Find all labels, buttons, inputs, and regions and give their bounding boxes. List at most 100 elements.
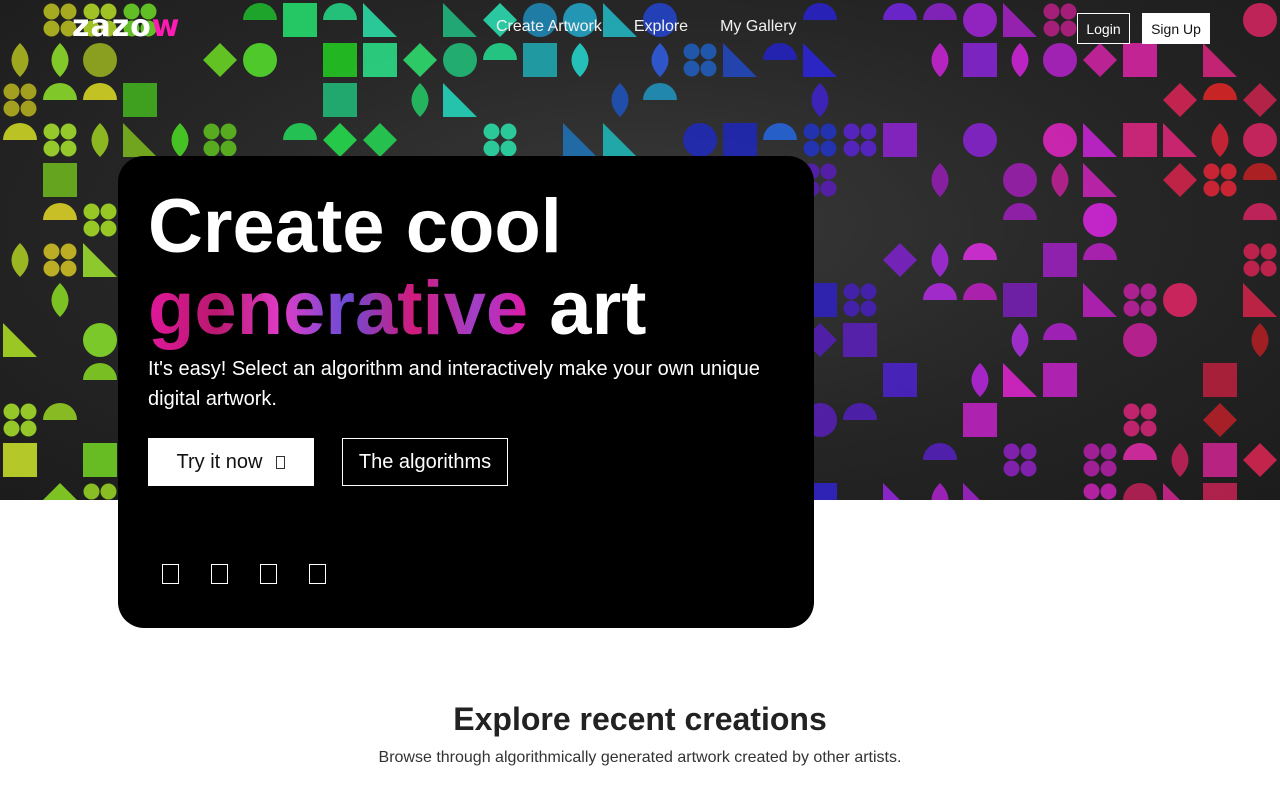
pattern-shape [91, 123, 109, 157]
pattern-shape [1043, 323, 1077, 340]
pattern-shape [1203, 163, 1237, 197]
pattern-shape [43, 243, 77, 277]
pattern-shape [1123, 443, 1157, 460]
pattern-shape [611, 83, 629, 117]
pattern-shape [1003, 363, 1037, 397]
pattern-shape [1251, 323, 1269, 357]
pattern-shape [3, 123, 37, 140]
pattern-shape [1123, 323, 1157, 357]
pattern-shape [1163, 83, 1197, 117]
logo[interactable]: zazow [72, 10, 181, 44]
pattern-shape [1083, 283, 1117, 317]
pattern-shape [963, 123, 997, 157]
pattern-shape [363, 123, 397, 157]
section-title: Explore recent creations [453, 701, 827, 737]
pattern-shape [603, 123, 637, 157]
pattern-shape [1083, 123, 1117, 157]
pattern-shape [1003, 203, 1037, 220]
social-icon-4[interactable] [309, 564, 326, 584]
login-button[interactable]: Login [1077, 13, 1130, 44]
pattern-shape [51, 283, 69, 317]
pattern-shape [43, 403, 77, 420]
pattern-shape [1243, 243, 1277, 277]
hero-headline: Create cool generative art [148, 186, 646, 350]
pattern-shape [1163, 123, 1197, 157]
social-links [162, 564, 326, 584]
pattern-shape [3, 443, 37, 477]
pattern-shape [1171, 443, 1189, 477]
pattern-shape [1123, 123, 1157, 157]
headline-line-1: Create cool [148, 184, 562, 269]
pattern-shape [1003, 283, 1037, 317]
algorithms-label: The algorithms [358, 450, 492, 473]
pattern-shape [123, 123, 157, 157]
pattern-shape [1003, 443, 1037, 477]
headline-end: art [528, 266, 647, 351]
logo-text: zazo [72, 9, 152, 44]
pattern-shape [83, 323, 117, 357]
social-icon-3[interactable] [260, 564, 277, 584]
pattern-shape [83, 483, 117, 500]
pattern-shape [43, 83, 77, 100]
headline-gradient-word: generative [148, 266, 529, 351]
pattern-shape [1083, 163, 1117, 197]
pattern-shape [203, 123, 237, 157]
pattern-shape [1123, 283, 1157, 317]
pattern-shape [3, 83, 37, 117]
pattern-shape [1163, 163, 1197, 197]
pattern-shape [963, 483, 980, 500]
pattern-shape [923, 443, 957, 460]
signup-button[interactable]: Sign Up [1142, 13, 1210, 44]
try-it-now-button[interactable]: Try it now [148, 438, 314, 486]
pattern-shape [11, 243, 29, 277]
pattern-shape [443, 83, 477, 117]
section-subtitle: Browse through algorithmically generated… [378, 749, 902, 766]
pattern-shape [1043, 123, 1077, 157]
pattern-shape [883, 483, 900, 500]
pattern-shape [883, 363, 917, 397]
nav-explore[interactable]: Explore [634, 17, 688, 37]
pattern-shape [1123, 483, 1157, 500]
social-icon-2[interactable] [211, 564, 228, 584]
pattern-shape [963, 403, 997, 437]
pattern-shape [563, 123, 597, 157]
pattern-shape [3, 323, 37, 357]
pattern-shape [723, 123, 757, 157]
pattern-shape [411, 83, 429, 117]
pattern-shape [963, 243, 997, 260]
pattern-shape [83, 243, 117, 277]
pattern-shape [883, 243, 917, 277]
pattern-shape [1211, 123, 1229, 157]
top-navigation: zazow Create Artwork Explore My Gallery … [0, 0, 1280, 56]
pattern-shape [1203, 83, 1237, 100]
pattern-shape [1083, 443, 1117, 477]
pattern-shape [1243, 443, 1277, 477]
pattern-shape [883, 123, 917, 157]
pattern-shape [931, 243, 949, 277]
arrow-right-icon [276, 455, 286, 469]
pattern-shape [483, 123, 517, 157]
nav-create-artwork[interactable]: Create Artwork [496, 17, 602, 37]
social-icon-1[interactable] [162, 564, 179, 584]
hero-subtitle: It's easy! Select an algorithm and inter… [148, 358, 760, 410]
pattern-shape [1123, 403, 1157, 437]
pattern-shape [971, 363, 989, 397]
pattern-shape [843, 323, 877, 357]
pattern-shape [843, 403, 877, 420]
pattern-shape [803, 123, 837, 157]
pattern-shape [931, 163, 949, 197]
pattern-shape [1243, 203, 1277, 220]
pattern-shape [83, 203, 117, 237]
nav-my-gallery[interactable]: My Gallery [720, 17, 796, 37]
pattern-shape [83, 363, 117, 380]
algorithms-button[interactable]: The algorithms [342, 438, 508, 486]
pattern-shape [1243, 283, 1277, 317]
pattern-shape [1243, 83, 1277, 117]
pattern-shape [1203, 403, 1237, 437]
pattern-shape [1083, 243, 1117, 260]
pattern-shape [283, 123, 317, 140]
pattern-shape [1043, 243, 1077, 277]
pattern-shape [43, 163, 77, 197]
pattern-shape [843, 123, 877, 157]
pattern-shape [643, 83, 677, 100]
